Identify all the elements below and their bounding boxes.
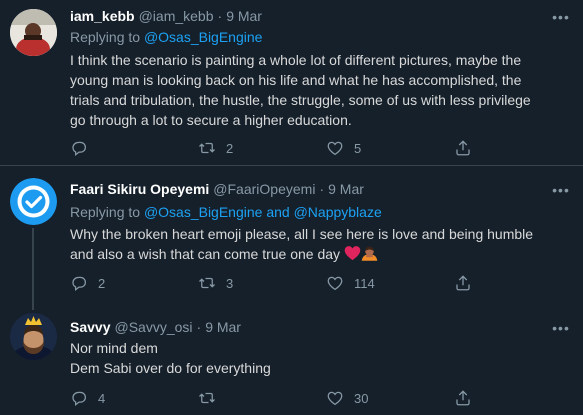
share-icon [456,390,470,406]
separator: · [217,8,223,24]
more-icon[interactable]: ••• [551,10,571,24]
tweet-text: Nor mind dem Dem Sabi over do for everyt… [70,338,570,378]
replying-to-label: Replying to [70,204,141,220]
tweet-text-line: and also a wish that can come true one d… [70,244,570,264]
retweet-button[interactable]: 3 [198,274,326,292]
tweet-text: Why the broken heart emoji please, all I… [70,224,570,264]
display-name[interactable]: Faari Sikiru Opeyemi [70,181,209,197]
like-button[interactable]: 30 [326,389,454,407]
tweet-text-line: I think the scenario is painting a whole… [70,52,522,68]
replying-to: Replying to @Osas_BigEngine and @Nappybl… [70,204,382,220]
retweet-button[interactable]: 2 [198,139,326,157]
reply-icon [72,391,87,407]
retweet-count: 3 [226,275,234,291]
person-bowing-emoji-icon [361,246,378,261]
replying-to: Replying to @Osas_BigEngine [70,29,262,45]
retweet-icon [199,142,215,154]
tweet-text-line: trials and tribulation, the hustle, the … [70,92,531,108]
mention-link[interactable]: @Osas_BigEngine [144,29,263,45]
reply-button[interactable] [70,139,198,157]
retweet-icon [199,392,215,404]
mention-link[interactable]: @Osas_BigEngine [144,204,263,220]
user-handle[interactable]: @iam_kebb [139,8,214,24]
more-icon[interactable]: ••• [551,183,571,197]
like-count: 114 [354,275,375,291]
display-name[interactable]: Savvy [70,319,110,335]
tweet-actions: 4 30 [70,388,510,408]
avatar[interactable] [10,178,57,225]
tweet-date[interactable]: 9 Mar [328,181,364,197]
tweet[interactable]: iam_kebb @iam_kebb · 9 Mar ••• Replying … [0,0,583,166]
avatar[interactable] [10,313,57,360]
share-icon [456,140,470,156]
reply-count: 2 [98,275,106,291]
retweet-count: 2 [226,140,234,156]
share-icon [456,275,470,291]
retweet-button[interactable] [198,389,326,407]
share-button[interactable] [454,389,472,407]
like-icon [327,141,343,156]
avatar[interactable] [10,9,57,56]
tweet-date[interactable]: 9 Mar [226,8,262,24]
user-handle[interactable]: @FaariOpeyemi [213,181,315,197]
display-name[interactable]: iam_kebb [70,8,135,24]
separator: · [196,319,202,335]
tweet-text-line: Why the broken heart emoji please, all I… [70,226,534,242]
thread-line [32,228,34,310]
like-button[interactable]: 5 [326,139,454,157]
share-button[interactable] [454,274,472,292]
avatar-image [10,178,57,225]
reply-button[interactable]: 2 [70,274,198,292]
tweet-text-line: Nor mind dem [70,340,158,356]
avatar-image [10,313,57,360]
tweet-actions: 2 5 [70,138,510,158]
reply-icon [72,141,87,157]
like-icon [327,391,343,406]
mention-link[interactable]: @Nappyblaze [294,204,382,220]
tweet-text: I think the scenario is painting a whole… [70,50,570,130]
like-count: 30 [354,390,369,406]
tweet-text-line: Dem Sabi over do for everything [70,360,271,376]
replying-to-and: and [266,204,290,220]
share-button[interactable] [454,139,472,157]
tweet-text-line: young man is looking back on his life an… [70,72,522,88]
retweet-icon [199,277,215,289]
replying-to-label: Replying to [70,29,141,45]
avatar-image [10,9,57,56]
tweet[interactable]: Savvy @Savvy_osi · 9 Mar ••• Nor mind de… [0,299,583,415]
separator: · [319,181,325,197]
reply-icon [72,276,87,292]
user-handle[interactable]: @Savvy_osi [114,319,192,335]
reply-button[interactable]: 4 [70,389,198,407]
like-count: 5 [354,140,362,156]
tweet-date[interactable]: 9 Mar [205,319,241,335]
tweet-text-line: go through a lot to secure a higher educ… [70,112,352,128]
red-heart-emoji-icon [344,246,361,261]
tweet-text-fragment: and also a wish that can come true one d… [70,246,341,262]
like-button[interactable]: 114 [326,274,454,292]
reply-count: 4 [98,390,106,406]
tweet[interactable]: Faari Sikiru Opeyemi @FaariOpeyemi · 9 M… [0,166,583,310]
like-icon [327,276,343,291]
tweet-actions: 2 3 114 [70,273,510,293]
more-icon[interactable]: ••• [551,321,571,335]
